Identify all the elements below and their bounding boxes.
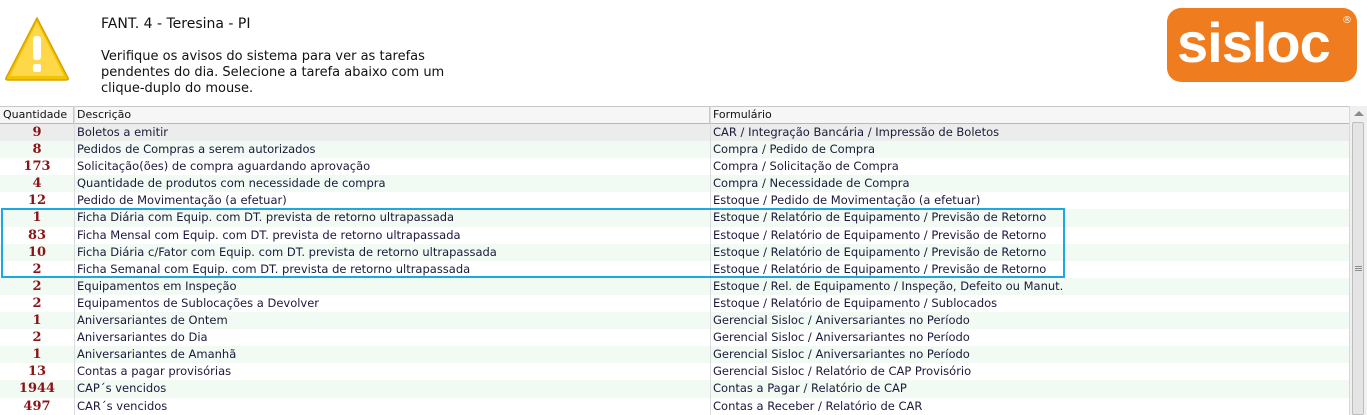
quantity-cell: 4 [32,176,42,192]
quantity-cell: 2 [32,261,42,277]
grip-line [1355,266,1362,267]
table-row[interactable]: 9 Boletos a emitir CAR / Integração Bancár… [0,124,1349,142]
description-cell: Ficha Mensal com Equip. com DT. prevista… [77,227,461,242]
scroll-thumb[interactable] [1352,122,1364,415]
description-cell: Equipamentos em Inspeção [77,278,237,293]
description-cell: Ficha Diária com Equip. com DT. prevista… [77,210,455,225]
quantity-cell: 1 [32,347,42,363]
quantity-cell: 13 [27,364,47,380]
branch-title: FANT. 4 - Teresina - PI [101,16,251,32]
form-cell: Estoque / Relatório de Equipamento / Pre… [713,227,1047,242]
form-cell: Estoque / Relatório de Equipamento / Pre… [713,261,1047,276]
table-row[interactable]: 2 Equipamentos de Sublocações a Devolver E… [0,294,1349,313]
col-descricao[interactable]: Descrição [74,107,710,123]
description-cell: CAP´s vencidos [77,381,167,396]
table-row[interactable]: 4 Quantidade de produtos com necessidade … [0,175,1349,193]
quantity-cell: 10 [27,244,47,260]
registered-icon: ® [1342,15,1352,26]
form-cell: Gerencial Sisloc / Aniversariantes no Pe… [713,330,970,345]
form-cell: Gerencial Sisloc / Aniversariantes no Pe… [713,347,970,362]
grip-line [1355,268,1362,269]
scroll-up-arrow-icon[interactable] [1354,111,1364,116]
table-row[interactable]: 13 Contas a pagar provisórias Gerencial Si… [0,363,1349,381]
column-divider [710,106,711,415]
description-cell: Ficha Diária c/Fator com Equip. com DT. … [77,244,497,259]
form-cell: Gerencial Sisloc / Aniversariantes no Pe… [713,313,970,328]
form-cell: Estoque / Relatório de Equipamento / Sub… [713,295,998,310]
quantity-cell: 2 [32,295,42,311]
table-row[interactable]: 1944 CAP´s vencidos Contas a Pagar / Relat… [0,380,1349,398]
description-cell: Equipamentos de Sublocações a Devolver [77,295,320,310]
table-row[interactable]: 2 Aniversariantes do Dia Gerencial Sisloc … [0,329,1349,347]
warning-triangle-icon [5,16,69,81]
vertical-scrollbar[interactable] [1349,106,1367,415]
table-row[interactable]: 83 Ficha Mensal com Equip. com DT. previs… [0,226,1349,244]
form-cell: Contas a Pagar / Relatório de CAP [713,381,907,396]
description-cell: Pedidos de Compras a serem autorizados [77,142,316,157]
quantity-cell: 173 [23,159,51,175]
table-row[interactable]: 173 Solicitação(ões) de compra aguardando… [0,158,1349,176]
quantity-cell: 2 [32,330,42,346]
quantity-cell: 1 [32,313,42,329]
col-quantidade[interactable]: Quantidade [0,107,74,123]
col-formulario[interactable]: Formulário [710,107,1349,123]
table-row[interactable]: 12 Pedido de Movimentação (a efetuar) Esto… [0,192,1349,210]
quantity-cell: 9 [32,125,42,140]
form-cell: Compra / Necessidade de Compra [713,176,910,191]
grid-header: Quantidade Descrição Formulário [0,106,1349,124]
form-cell: Estoque / Relatório de Equipamento / Pre… [713,210,1047,225]
form-cell: Compra / Solicitação de Compra [713,159,899,174]
form-cell: Estoque / Pedido de Movimentação (a efet… [713,193,981,208]
description-cell: Aniversariantes do Dia [77,330,208,345]
table-row[interactable]: 10 Ficha Diária c/Fator com Equip. com DT… [0,243,1349,261]
form-cell: Compra / Pedido de Compra [713,142,875,157]
table-row[interactable]: 2 Ficha Semanal com Equip. com DT. previs… [0,260,1349,278]
form-cell: Estoque / Relatório de Equipamento / Pre… [713,244,1047,259]
quantity-cell: 1 [32,210,42,226]
quantity-cell: 83 [27,227,47,243]
form-cell: CAR / Integração Bancária / Impressão de… [713,125,1000,139]
table-row[interactable]: 1 Aniversariantes de Ontem Gerencial Sislo… [0,312,1349,330]
description-cell: Solicitação(ões) de compra aguardando ap… [77,159,371,174]
description-cell: Ficha Semanal com Equip. com DT. previst… [77,261,471,276]
table-row[interactable]: 1 Aniversariantes de Amanhã Gerencial Sisl… [0,346,1349,364]
description-cell: CAR´s vencidos [77,398,168,413]
description-cell: Aniversariantes de Amanhã [77,347,237,362]
description-cell: Quantidade de produtos com necessidade d… [77,176,386,191]
table-row[interactable]: 8 Pedidos de Compras a serem autorizados C… [0,141,1349,159]
description-cell: Aniversariantes de Ontem [77,313,228,328]
sisloc-logo: sisloc ® [1167,8,1357,82]
description-cell: Boletos a emitir [77,125,168,139]
instructions-text: Verifique os avisos do sistema para ver … [101,49,445,96]
description-cell: Pedido de Movimentação (a efetuar) [77,193,287,208]
quantity-cell: 497 [23,398,51,414]
form-cell: Contas a Receber / Relatório de CAR [713,398,923,413]
quantity-cell: 12 [27,193,47,209]
grip-line [1355,270,1362,271]
description-cell: Contas a pagar provisórias [77,364,232,379]
logo-text: sisloc [1177,11,1331,74]
form-cell: Gerencial Sisloc / Relatório de CAP Prov… [713,364,972,379]
table-row[interactable]: 1 Ficha Diária com Equip. com DT. previst… [0,209,1349,227]
alert-header: FANT. 4 - Teresina - PI Verifique os avi… [0,0,1367,103]
table-row[interactable]: 2 Equipamentos em Inspeção Estoque / Rel. … [0,277,1349,295]
column-divider [74,106,75,415]
quantity-cell: 2 [32,278,42,294]
grid-rows: 9 Boletos a emitir CAR / Integração Bancár… [0,124,1349,415]
tasks-grid[interactable]: Quantidade Descrição Formulário 9 Boletos… [0,106,1349,415]
table-row[interactable]: 497 CAR´s vencidos Contas a Receber / Rela… [0,397,1349,415]
quantity-cell: 1944 [18,381,56,397]
form-cell: Estoque / Rel. de Equipamento / Inspeção… [713,278,1064,293]
quantity-cell: 8 [32,142,42,158]
